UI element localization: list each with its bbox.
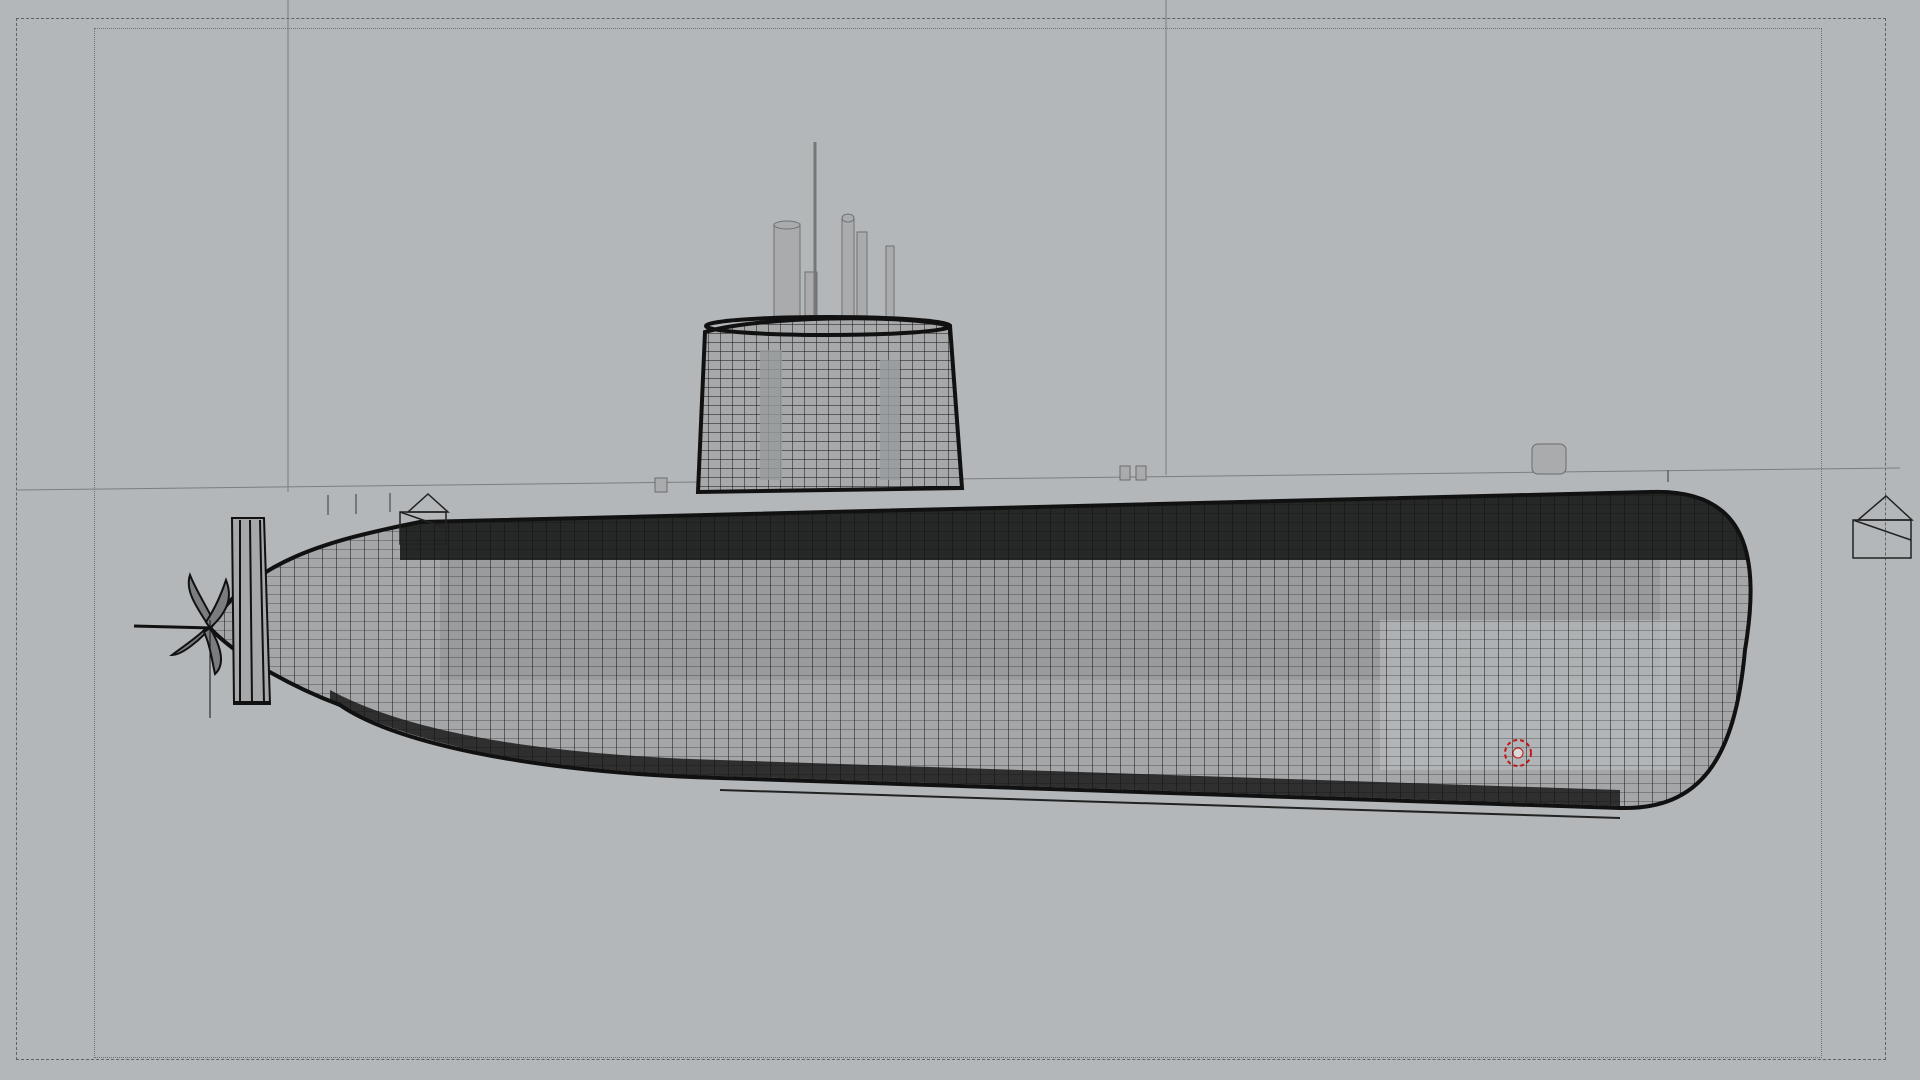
sail-tower (695, 315, 965, 495)
3d-viewport[interactable] (0, 0, 1920, 1080)
viewport-scene[interactable] (0, 0, 1920, 1080)
camera-icon[interactable] (1852, 494, 1914, 559)
masts (773, 142, 895, 323)
propeller (133, 572, 230, 718)
tail-rudder (230, 517, 272, 705)
submarine-hull (207, 489, 1753, 819)
